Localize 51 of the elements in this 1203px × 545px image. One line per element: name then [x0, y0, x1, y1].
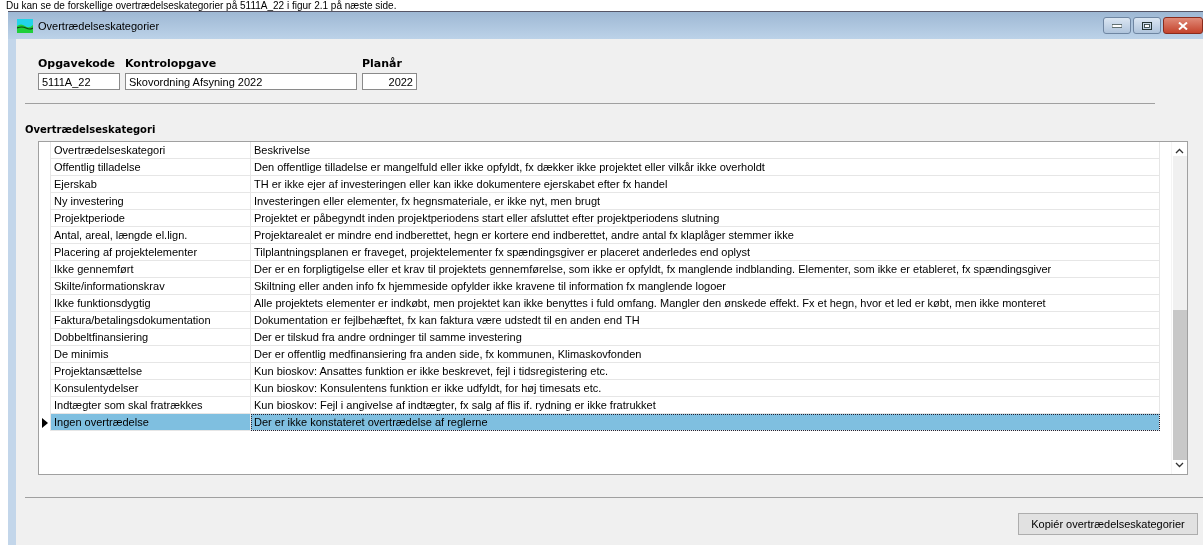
table-cell[interactable]: Skilte/informationskrav — [51, 278, 251, 295]
close-button[interactable] — [1163, 17, 1203, 34]
field-label: Opgavekode — [38, 57, 117, 70]
table-cell[interactable]: Alle projektets elementer er indkøbt, men projektet kan ikke benyttes i fuld omfang. Mangler den ønskede effekt. Fx et hegn, hvor et led er købt, men ikke monteret — [251, 295, 1160, 312]
field-label: Kontrolopgave — [125, 57, 218, 70]
table-cell[interactable]: Antal, areal, længde el.lign. — [51, 227, 251, 244]
table-cell[interactable]: Ejerskab — [51, 176, 251, 193]
table-cell[interactable]: Ingen overtrædelse — [51, 414, 251, 431]
copy-categories-button[interactable]: Kopiér overtrædelseskategorier — [1018, 513, 1198, 535]
table-cell[interactable]: Ny investering — [51, 193, 251, 210]
document-text: Du kan se de forskellige overtrædelseskategorier på 5111A_22 i figur 2.1 på næste side. — [5, 0, 398, 11]
column-header[interactable]: Beskrivelse — [251, 142, 1160, 159]
landscape-icon — [17, 18, 33, 33]
table-cell[interactable]: Kun bioskov: Ansattes funktion er ikke beskrevet, fejl i tidsregistering etc. — [251, 363, 1160, 380]
input-field[interactable]: 2022 — [362, 73, 417, 90]
table-cell[interactable]: Kun bioskov: Konsulentens funktion er ikke udfyldt, for høj timesats etc. — [251, 380, 1160, 397]
table-cell[interactable]: Placering af projektelementer — [51, 244, 251, 261]
table-cell[interactable]: Der er ikke konstateret overtrædelse af reglerne — [251, 414, 1160, 431]
field-label: Planår — [362, 57, 403, 70]
table-cell[interactable]: Investeringen eller elementer, fx hegnsmateriale, er ikke nyt, men brugt — [251, 193, 1160, 210]
table-cell[interactable]: De minimis — [51, 346, 251, 363]
table-cell[interactable]: Tilplantningsplanen er fraveget, projektelementer fx spændingsgiver er placeret anderledes end oplyst — [251, 244, 1160, 261]
section-label: Overtrædelseskategori — [25, 124, 157, 136]
table-cell[interactable]: Projektarealet er mindre end indberettet, hegn er kortere end indberettet, andre antal fx klaplåger stemmer ikke — [251, 227, 1160, 244]
window-title: Overtrædelseskategorier — [38, 19, 160, 32]
table-cell[interactable]: Der er en forpligtigelse eller et krav til projektets gennemførelse, som ikke er opfyldt, fx manglende indblanding. Elementer, som ikke er etableret, fx spændingsgiver — [251, 261, 1160, 278]
table-cell[interactable]: Der er tilskud fra andre ordninger til samme investering — [251, 329, 1160, 346]
scrollbar-thumb[interactable] — [1172, 310, 1187, 460]
table-cell[interactable]: Konsulentydelser — [51, 380, 251, 397]
input-field[interactable]: Skovordning Afsyning 2022 — [125, 73, 357, 90]
table-cell[interactable]: Projektet er påbegyndt inden projektperiodens start eller afsluttet efter projektperiodens slutning — [251, 210, 1160, 227]
minimize-button[interactable] — [1103, 17, 1131, 34]
table-cell[interactable]: Den offentlige tilladelse er mangelfuld eller ikke opfyldt, fx dækker ikke projektet eller vilkår ikke overholdt — [251, 159, 1160, 176]
maximize-icon — [1142, 21, 1152, 30]
maximize-button[interactable] — [1133, 17, 1161, 34]
table-cell[interactable]: Ikke gennemført — [51, 261, 251, 278]
minimize-icon — [1112, 23, 1122, 28]
table-cell[interactable]: Faktura/betalingsdokumentation — [51, 312, 251, 329]
table-cell[interactable]: Projektperiode — [51, 210, 251, 227]
table-cell[interactable]: Der er offentlig medfinansiering fra anden side, fx kommunen, Klimaskovfonden — [251, 346, 1160, 363]
close-icon — [1178, 21, 1188, 30]
table-cell[interactable]: Offentlig tilladelse — [51, 159, 251, 176]
table-cell[interactable]: TH er ikke ejer af investeringen eller kan ikke dokumentere ejerskabet efter fx handel — [251, 176, 1160, 193]
table-cell[interactable]: Projektansættelse — [51, 363, 251, 380]
table-cell[interactable]: Dokumentation er fejlbehæftet, fx kan faktura være udstedt til en anden end TH — [251, 312, 1160, 329]
input-field[interactable]: 5111A_22 — [38, 73, 120, 90]
scrollbar[interactable] — [1171, 142, 1187, 474]
table-cell[interactable]: Skiltning eller anden info fx hjemmeside opfylder ikke kravene til information fx manglende logoer — [251, 278, 1160, 295]
table-cell[interactable]: Dobbeltfinansiering — [51, 329, 251, 346]
table-cell[interactable]: Ikke funktionsdygtig — [51, 295, 251, 312]
column-header[interactable]: Overtrædelseskategori — [51, 142, 251, 159]
